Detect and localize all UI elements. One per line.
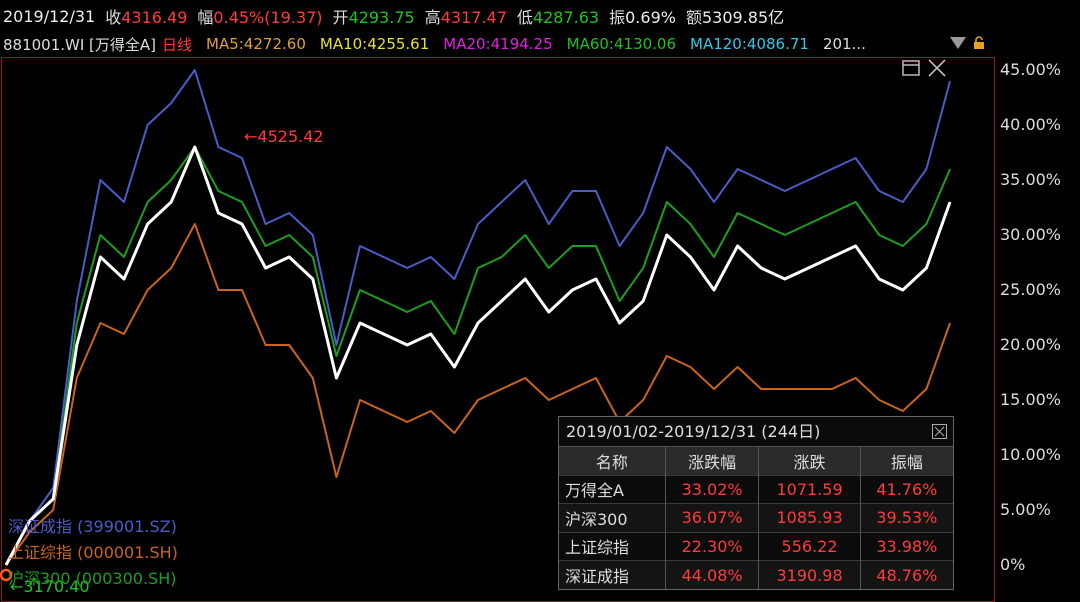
peak-annotation: ←4525.42 [244,127,324,146]
row-name: 深证成指 [559,560,666,589]
panel-close-icon[interactable] [932,424,947,439]
row-change: 3190.98 [758,560,861,589]
close-chart-icon[interactable] [926,58,948,78]
row-pct: 44.08% [665,560,760,589]
row-pct: 33.02% [665,474,760,504]
panel-title: 2019/01/02-2019/12/31 (244日) [559,417,953,447]
y-tick-label: 35.00% [1000,170,1062,189]
y-tick-label: 15.00% [1000,390,1062,409]
col-header-pct: 涨跌幅 [665,447,760,475]
table-row[interactable]: 上证综指 22.30% 556.22 33.98% [559,531,953,561]
row-pct: 36.07% [665,503,760,532]
restore-window-icon[interactable] [900,58,922,78]
row-amplitude: 39.53% [860,503,953,532]
stats-header-row: 名称 涨跌幅 涨跌 振幅 [559,447,953,475]
legend-item-sse[interactable]: 上证综指 (000001.SH) [8,539,178,563]
col-header-amplitude: 振幅 [860,447,953,475]
table-row[interactable]: 深证成指 44.08% 3190.98 48.76% [559,560,953,589]
row-change: 1085.93 [758,503,861,532]
col-header-name: 名称 [559,447,666,475]
row-name: 沪深300 [559,503,666,532]
y-tick-label: 5.00% [1000,500,1051,519]
col-header-change: 涨跌 [758,447,861,475]
y-tick-label: 45.00% [1000,60,1062,79]
y-tick-label: 25.00% [1000,280,1062,299]
row-amplitude: 41.76% [860,474,953,504]
row-amplitude: 48.76% [860,560,953,589]
legend-item-szse[interactable]: 深证成指 (399001.SZ) [8,513,177,537]
y-tick-label: 40.00% [1000,115,1062,134]
panel-title-text: 2019/01/02-2019/12/31 (244日) [566,422,821,441]
row-change: 1071.59 [758,474,861,504]
row-amplitude: 33.98% [860,531,953,561]
y-tick-label: 20.00% [1000,335,1062,354]
legend-item-csi300[interactable]: 沪深300 (000300.SH) [8,565,176,589]
table-row[interactable]: 万得全A 33.02% 1071.59 41.76% [559,474,953,504]
y-tick-label: 10.00% [1000,445,1062,464]
row-name: 上证综指 [559,531,666,561]
row-pct: 22.30% [665,531,760,561]
row-change: 556.22 [758,531,861,561]
y-tick-label: 30.00% [1000,225,1062,244]
stats-table: 名称 涨跌幅 涨跌 振幅 万得全A 33.02% 1071.59 41.76% … [559,447,953,589]
interval-stats-panel: 2019/01/02-2019/12/31 (244日) 名称 涨跌幅 涨跌 振… [558,416,954,590]
y-tick-label: 0% [1000,555,1026,574]
table-row[interactable]: 沪深300 36.07% 1085.93 39.53% [559,503,953,532]
row-name: 万得全A [559,474,666,504]
